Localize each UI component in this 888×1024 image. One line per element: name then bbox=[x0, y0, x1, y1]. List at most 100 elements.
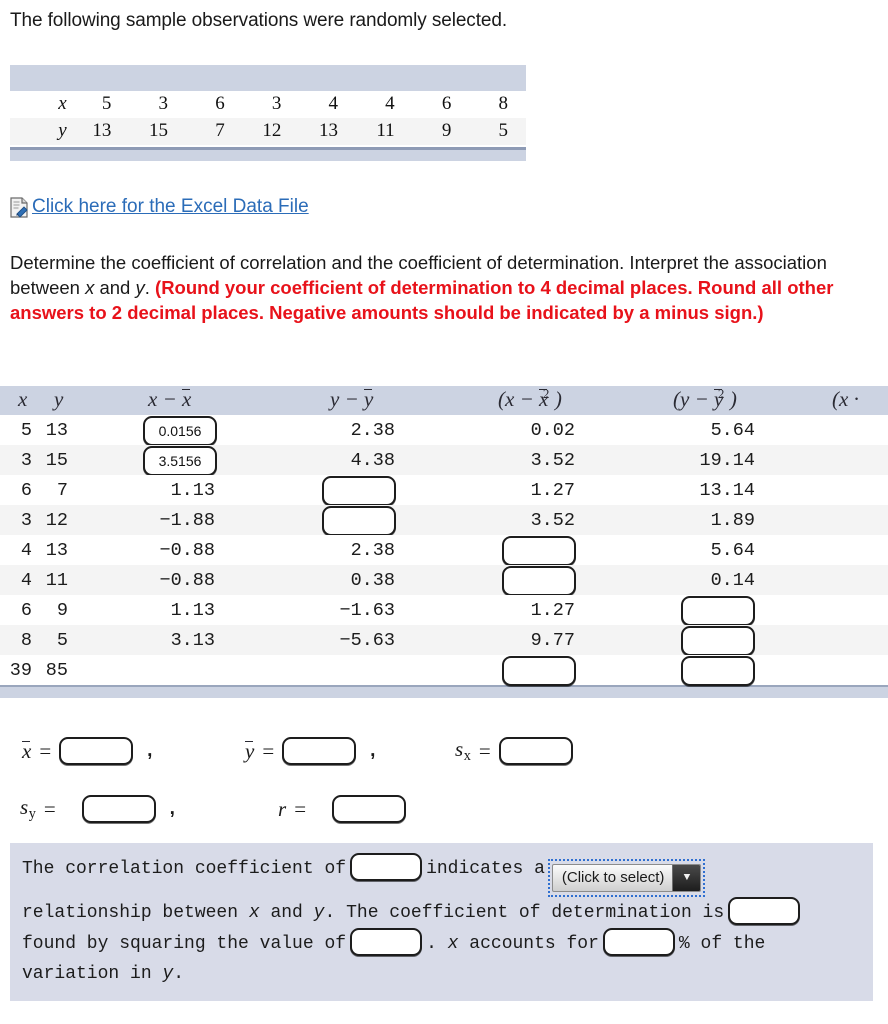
excel-data-file-link[interactable]: Click here for the Excel Data File bbox=[32, 196, 309, 218]
prompt-part-2: and bbox=[94, 277, 136, 298]
sy-comma: , bbox=[169, 798, 175, 819]
input-dx-row0[interactable]: 0.0156 bbox=[143, 416, 217, 446]
conclusion-text-9: % of the bbox=[678, 934, 766, 954]
obs-x-4: 4 bbox=[328, 93, 339, 114]
input-dx2-row5[interactable] bbox=[502, 566, 576, 596]
input-squared-value[interactable] bbox=[350, 928, 423, 956]
conclusion-text-7: . bbox=[426, 934, 448, 954]
input-dx-row1[interactable]: 3.5156 bbox=[143, 446, 217, 476]
cell-dx: 3.13 bbox=[170, 630, 215, 651]
obs-y-5: 11 bbox=[376, 120, 395, 141]
ybar-label: y bbox=[245, 738, 255, 763]
relationship-select-focus-ring: (Click to select) ▼ bbox=[547, 859, 706, 897]
obs-y-4: 13 bbox=[319, 120, 338, 141]
input-dy2-row7[interactable] bbox=[681, 626, 755, 656]
conclusion-text-11: . bbox=[173, 964, 185, 984]
header-dx-squared: (x − x2) bbox=[498, 386, 562, 411]
input-r[interactable] bbox=[332, 795, 407, 823]
prompt-var-y: y bbox=[135, 277, 145, 298]
input-correlation-coefficient[interactable] bbox=[350, 853, 423, 881]
ybar-comma: , bbox=[370, 740, 376, 761]
stat-sx: sx = bbox=[455, 737, 573, 765]
obs-y-3: 12 bbox=[262, 120, 282, 141]
cell-x: 4 bbox=[20, 570, 32, 591]
conclusion-text-8: accounts for bbox=[458, 934, 599, 954]
cell-x: 6 bbox=[20, 600, 32, 621]
calculation-table: x y x − x y − y (x − x2) (y − y2) (x · 5… bbox=[0, 386, 888, 698]
input-dy-row3[interactable] bbox=[322, 506, 396, 536]
cell-dx: 1.13 bbox=[170, 480, 215, 501]
obs-y-6: 9 bbox=[441, 120, 452, 141]
cell-dy: −1.63 bbox=[339, 600, 395, 621]
obs-x-6: 6 bbox=[441, 93, 452, 114]
obs-x-5: 4 bbox=[385, 93, 395, 114]
excel-data-file-row[interactable]: Click here for the Excel Data File bbox=[10, 196, 309, 218]
conclusion-text-1: The correlation coefficient of bbox=[22, 859, 347, 879]
table-row: 6 9 1.13 −1.63 1.27 bbox=[0, 595, 888, 626]
xbar-equals: = bbox=[39, 738, 52, 763]
input-dy2-total[interactable] bbox=[681, 656, 755, 686]
table-row: 3 15 3.5156 4.38 3.52 19.14 bbox=[0, 445, 888, 476]
input-dx2-total[interactable] bbox=[502, 656, 576, 686]
observations-row-x-label: x bbox=[58, 93, 67, 114]
obs-y-2: 7 bbox=[215, 120, 225, 141]
stat-ybar: y = , bbox=[245, 737, 375, 765]
header-dx: x − x bbox=[148, 387, 192, 411]
cell-dx2: 1.27 bbox=[530, 480, 575, 501]
cell-x: 3 bbox=[20, 510, 32, 531]
header-dy-squared: (y − y2) bbox=[673, 386, 737, 411]
prompt-text: Determine the coefficient of correlation… bbox=[10, 250, 872, 325]
obs-y-7: 5 bbox=[498, 120, 509, 141]
cell-dx2: 0.02 bbox=[530, 420, 575, 441]
cell-x: 3 bbox=[20, 450, 32, 471]
cell-dx: −1.88 bbox=[159, 510, 215, 531]
sy-equals: = bbox=[43, 796, 56, 821]
cell-dx: 1.13 bbox=[170, 600, 215, 621]
input-ybar[interactable] bbox=[282, 737, 357, 765]
cell-dy: −5.63 bbox=[339, 630, 395, 651]
conclusion-var-y: y bbox=[313, 903, 325, 923]
observations-grid: x 5 3 6 3 4 4 6 8 y 13 15 7 12 13 11 9 5 bbox=[10, 91, 526, 145]
relationship-select[interactable]: (Click to select) ▼ bbox=[551, 864, 702, 892]
observations-table-caption-bar bbox=[10, 65, 526, 91]
header-x: x bbox=[18, 387, 28, 411]
cell-dy2: 19.14 bbox=[699, 450, 755, 471]
conclusion-text-3: relationship between bbox=[22, 903, 249, 923]
input-percent-variation[interactable] bbox=[602, 928, 675, 956]
intro-text: The following sample observations were r… bbox=[10, 10, 507, 31]
conclusion-text-4: and bbox=[259, 903, 314, 923]
input-dy2-row6[interactable] bbox=[681, 596, 755, 626]
conclusion-text-5: . The coefficient of determination is bbox=[324, 903, 725, 923]
cell-y: 15 bbox=[45, 450, 68, 471]
r-label: r bbox=[278, 796, 287, 821]
input-dy-row2[interactable] bbox=[322, 476, 396, 506]
cell-dy: 2.38 bbox=[350, 540, 395, 561]
cell-x: 8 bbox=[20, 630, 32, 651]
table-row: 4 13 −0.88 2.38 5.64 bbox=[0, 535, 888, 566]
xbar-comma: , bbox=[147, 740, 153, 761]
prompt-part-3: . bbox=[144, 277, 156, 298]
input-xbar[interactable] bbox=[59, 737, 134, 765]
cell-dx: −0.88 bbox=[159, 540, 215, 561]
sx-label: sx bbox=[455, 737, 471, 764]
header-cross-product-partial: (x · bbox=[832, 387, 859, 411]
cell-y-total: 85 bbox=[45, 660, 68, 681]
input-dx2-row4[interactable] bbox=[502, 536, 576, 566]
cell-dy2: 5.64 bbox=[710, 420, 755, 441]
observations-row-x: x 5 3 6 3 4 4 6 8 bbox=[10, 91, 526, 118]
obs-x-0: 5 bbox=[101, 93, 112, 114]
table-row: 8 5 3.13 −5.63 9.77 bbox=[0, 625, 888, 656]
input-coefficient-of-determination[interactable] bbox=[728, 897, 801, 925]
header-dy: y − y bbox=[330, 387, 374, 411]
conclusion-var-x: x bbox=[248, 903, 260, 923]
conclusion-var-x-2: x bbox=[447, 934, 459, 954]
obs-y-1: 15 bbox=[149, 120, 169, 141]
observations-table: x 5 3 6 3 4 4 6 8 y 13 15 7 12 13 11 9 5 bbox=[10, 65, 526, 161]
cell-y: 7 bbox=[56, 480, 68, 501]
input-sx[interactable] bbox=[498, 737, 573, 765]
r-equals: = bbox=[294, 796, 307, 821]
conclusion-text-2: indicates a bbox=[426, 859, 545, 879]
relationship-select-value: (Click to select) bbox=[561, 869, 665, 886]
cell-y: 13 bbox=[45, 420, 68, 441]
input-sy[interactable] bbox=[81, 795, 156, 823]
